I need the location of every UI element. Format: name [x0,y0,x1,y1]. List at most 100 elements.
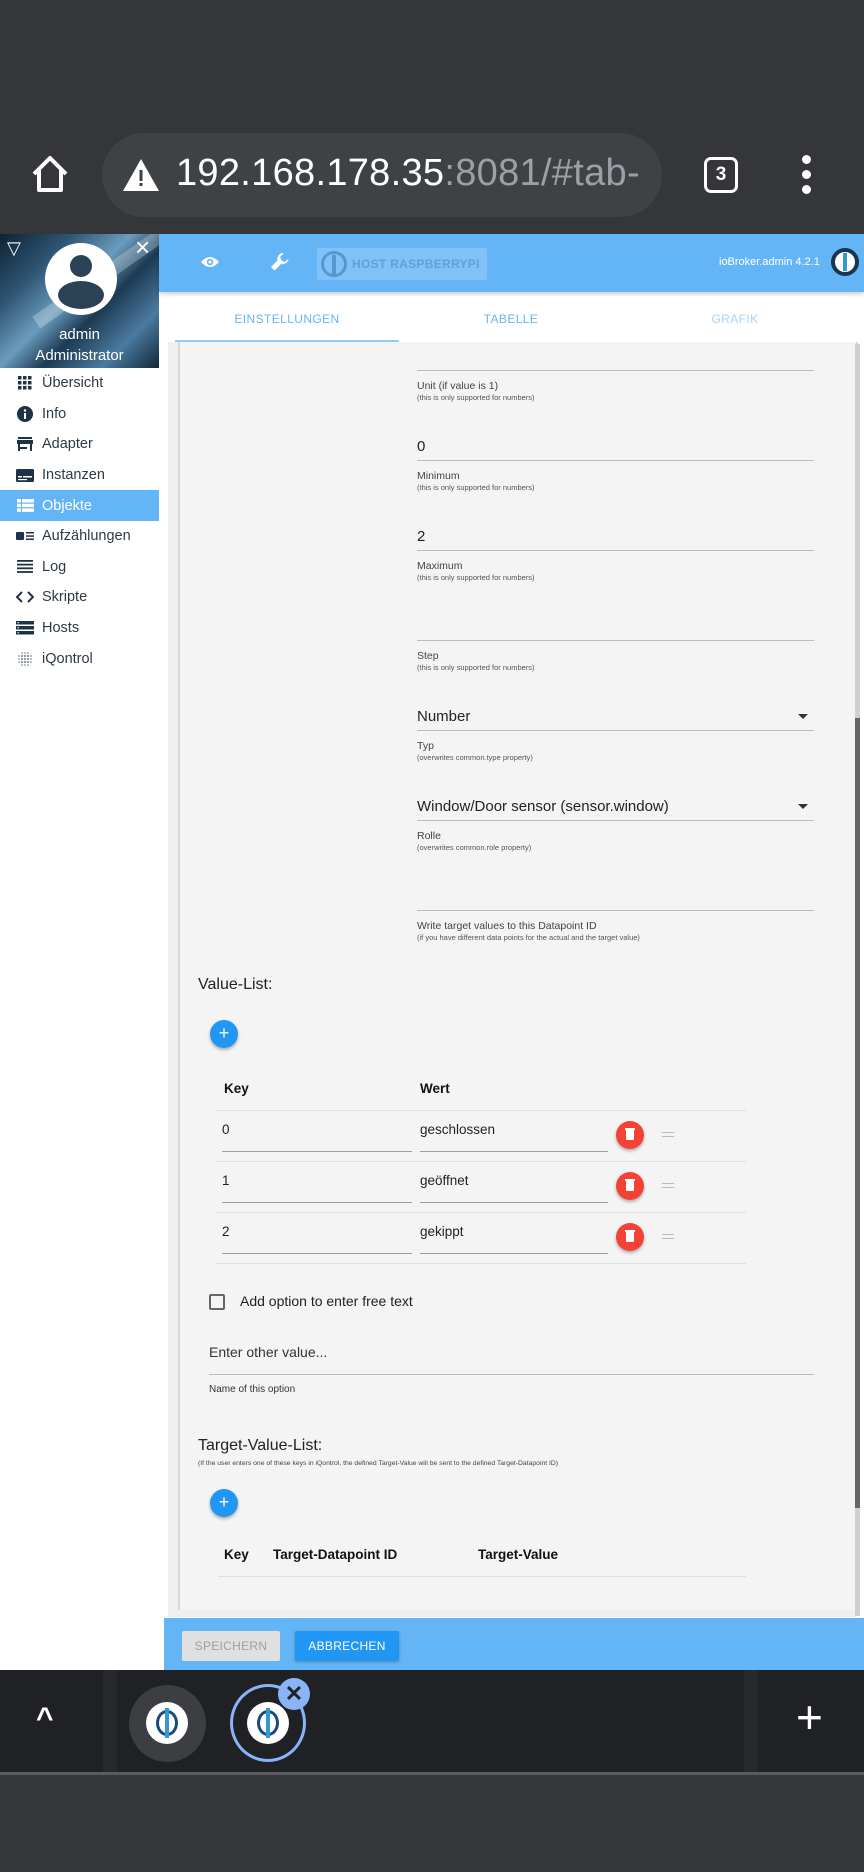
minimum-hint: (this is only supported for numbers) [417,483,535,492]
dropdown-arrow-icon[interactable] [798,714,808,719]
warning-icon[interactable] [122,158,160,192]
target-value-list-title: Target-Value-List: [198,1437,323,1454]
sidebar-item-instanzen[interactable]: Instanzen [0,460,159,491]
system-nav-bar [0,1772,864,1872]
key-input[interactable]: 1 [222,1171,412,1203]
sidebar-item-label: Aufzählungen [42,528,131,545]
key-input[interactable]: 2 [222,1222,412,1254]
browser-tab-thumbnail[interactable] [129,1685,206,1762]
drag-handle-icon[interactable] [662,1132,674,1137]
delete-button[interactable] [616,1172,644,1200]
avatar [45,243,117,315]
cancel-button[interactable]: ABBRECHEN [295,1631,399,1661]
add-target-value-button[interactable]: + [210,1489,238,1517]
maximum-hint: (this is only supported for numbers) [417,573,535,582]
minimum-input[interactable]: 0 [417,438,814,460]
type-hint: (overwrites common.type property) [417,753,533,762]
column-header-wert: Wert [420,1081,450,1096]
wrench-icon[interactable] [269,251,291,273]
target-datapoint-label: Write target values to this Datapoint ID [417,920,597,932]
other-value-label: Name of this option [209,1384,296,1395]
maximum-field[interactable]: 2 Maximum (this is only supported for nu… [417,528,814,582]
delete-button[interactable] [616,1223,644,1251]
home-icon[interactable] [28,152,72,196]
sidebar-item-label: Objekte [42,497,92,514]
minimum-field[interactable]: 0 Minimum (this is only supported for nu… [417,438,814,492]
sidebar-item-adapter[interactable]: Adapter [0,429,159,460]
iobroker-logo-icon [146,1702,188,1744]
sidebar-item-aufzaehlungen[interactable]: Aufzählungen [0,521,159,552]
chevron-up-icon[interactable]: ^ [36,1702,54,1736]
target-datapoint-input[interactable] [417,888,814,910]
host-label: HOST RASPBERRYPI [352,257,480,271]
enum-icon [16,528,34,544]
tab-count-button[interactable]: 3 [704,157,738,193]
browser-tab-strip: ^ ✕ + [0,1670,864,1772]
tab-tabelle[interactable]: TABELLE [399,296,623,342]
sidebar-item-log[interactable]: Log [0,552,159,583]
value-input[interactable]: geschlossen [420,1120,608,1152]
drag-handle-icon[interactable] [662,1183,674,1188]
trash-icon [626,1232,634,1242]
browser-menu-icon[interactable] [796,155,816,195]
scrollbar-thumb[interactable] [855,718,860,1508]
sidebar-item-hosts[interactable]: Hosts [0,613,159,644]
target-value-list-hint: (If the user enters one of these keys in… [198,1460,559,1467]
role-value[interactable]: Window/Door sensor (sensor.window) [417,798,814,820]
dropdown-arrow-icon[interactable] [798,804,808,809]
sidebar-item-info[interactable]: Info [0,399,159,430]
value-input[interactable]: gekippt [420,1222,608,1254]
maximum-input[interactable]: 2 [417,528,814,550]
eye-icon[interactable] [200,254,220,270]
minimum-label: Minimum [417,470,460,482]
free-text-checkbox-label[interactable]: Add option to enter free text [240,1293,413,1309]
log-icon [16,559,34,575]
column-header-key: Key [224,1547,249,1562]
url-host: 192.168.178.35 [176,152,445,194]
table-row: 1 geöffnet [216,1162,746,1213]
info-icon [16,405,34,422]
sidebar-item-skripte[interactable]: Skripte [0,582,159,613]
dropdown-triangle-icon[interactable]: ▽ [7,238,21,259]
type-value[interactable]: Number [417,708,814,730]
sidebar-item-iqontrol[interactable]: iQontrol [0,643,159,674]
close-tab-icon[interactable]: ✕ [278,1678,310,1710]
key-input[interactable]: 0 [222,1120,412,1152]
tab-einstellungen[interactable]: EINSTELLUNGEN [175,296,399,342]
type-select[interactable]: Number Typ (overwrites common.type prope… [417,708,814,762]
add-value-button[interactable]: + [210,1020,238,1048]
instances-icon [16,467,34,483]
delete-button[interactable] [616,1121,644,1149]
grid-icon [16,375,34,391]
value-list-header: Key Wert [216,1071,746,1111]
tab-bar: EINSTELLUNGEN TABELLE GRAFIK [175,296,848,342]
unit-input[interactable] [417,348,814,370]
target-datapoint-field[interactable]: Write target values to this Datapoint ID… [417,888,814,942]
action-bar: SPEICHERN ABBRECHEN [164,1618,864,1670]
drag-handle-icon[interactable] [662,1234,674,1239]
iobroker-logo-icon [247,1702,289,1744]
save-button[interactable]: SPEICHERN [182,1631,280,1661]
new-tab-icon[interactable]: + [796,1690,823,1744]
unit-field[interactable]: Unit (if value is 1) (this is only suppo… [417,348,814,402]
sidebar-item-label: Log [42,558,67,575]
value-list-table: Key Wert 0 geschlossen 1 geöffnet 2 geki… [216,1071,746,1264]
top-app-bar: HOST RASPBERRYPI ioBroker.admin 4.2.1 [159,234,864,292]
step-field[interactable]: Step (this is only supported for numbers… [417,618,814,672]
sidebar-item-objekte[interactable]: Objekte [0,490,159,521]
sidebar-item-uebersicht[interactable]: Übersicht [0,368,159,399]
free-text-checkbox[interactable] [209,1294,225,1310]
user-profile: ▽ × admin Administrator [0,234,159,368]
other-value-field[interactable]: Enter other value... Name of this option [209,1344,814,1395]
role-select[interactable]: Window/Door sensor (sensor.window) Rolle… [417,798,814,852]
step-input[interactable] [417,618,814,640]
role-hint: (overwrites common.role property) [417,843,532,852]
close-sidebar-icon[interactable]: × [135,234,150,260]
value-input[interactable]: geöffnet [420,1171,608,1203]
iqontrol-icon [16,651,34,667]
status-bar [0,0,864,130]
other-value-input[interactable]: Enter other value... [209,1344,814,1374]
host-button[interactable]: HOST RASPBERRYPI [317,248,487,280]
code-icon [16,589,34,605]
url-text[interactable]: 192.168.178.35:8081/#tab- [176,152,640,195]
